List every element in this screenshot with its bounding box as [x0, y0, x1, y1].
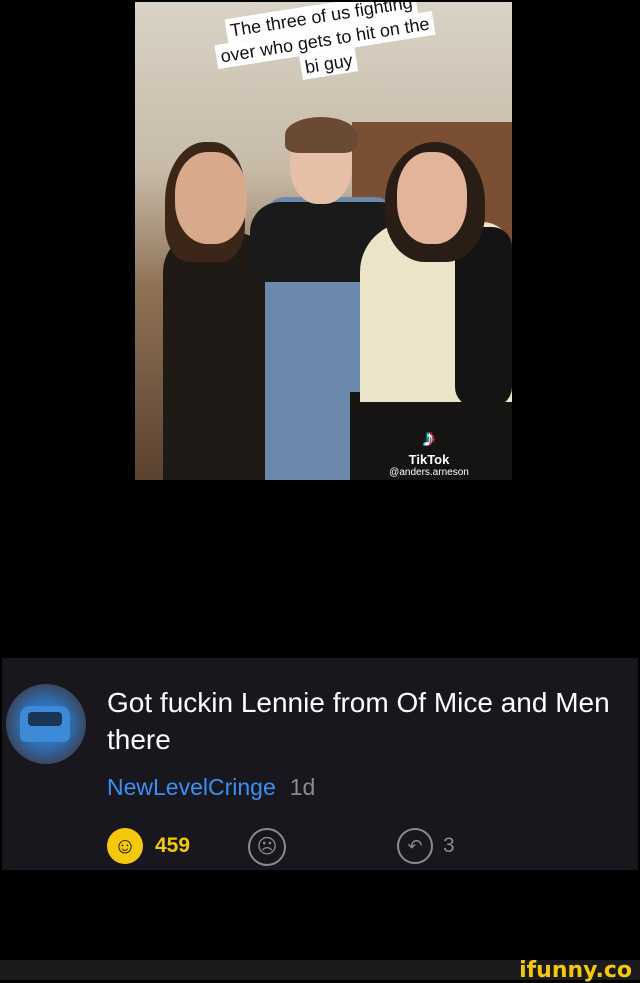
- video-post[interactable]: The three of us fighting over who gets t…: [100, 0, 546, 480]
- tiktok-name: TikTok: [408, 452, 450, 467]
- comment-text: Got fuckin Lennie from Of Mice and Men t…: [107, 687, 610, 755]
- video-frame[interactable]: The three of us fighting over who gets t…: [135, 2, 512, 480]
- comment-card: Got fuckin Lennie from Of Mice and Men t…: [2, 658, 638, 870]
- smile-icon[interactable]: ☺: [107, 828, 143, 864]
- reply-count: 3: [443, 834, 455, 857]
- person-left-head: [175, 152, 247, 244]
- footer-bar: ifunny.co: [0, 958, 640, 983]
- frown-icon[interactable]: ☹: [248, 828, 286, 866]
- smile-count: 459: [155, 834, 191, 857]
- person-right-head: [397, 152, 467, 244]
- comment-actions: ☺ 459 ☹ ↶ 3: [107, 828, 607, 868]
- reply-icon[interactable]: ↶: [397, 828, 433, 864]
- tiktok-watermark: ♪ TikTok @anders.arneson: [384, 425, 474, 479]
- avatar[interactable]: [6, 684, 86, 764]
- video-caption: The three of us fighting over who gets t…: [171, 2, 479, 99]
- person-middle-hair: [285, 117, 357, 153]
- comment-age: 1d: [289, 774, 316, 800]
- comment-meta: NewLevelCringe 1d: [107, 774, 315, 801]
- ifunny-logo: ifunny.co: [519, 958, 632, 983]
- tiktok-logo-icon: ♪: [423, 425, 435, 452]
- car-window-icon: [28, 712, 62, 726]
- tiktok-handle: @anders.arneson: [389, 467, 469, 478]
- username-link[interactable]: NewLevelCringe: [107, 774, 276, 800]
